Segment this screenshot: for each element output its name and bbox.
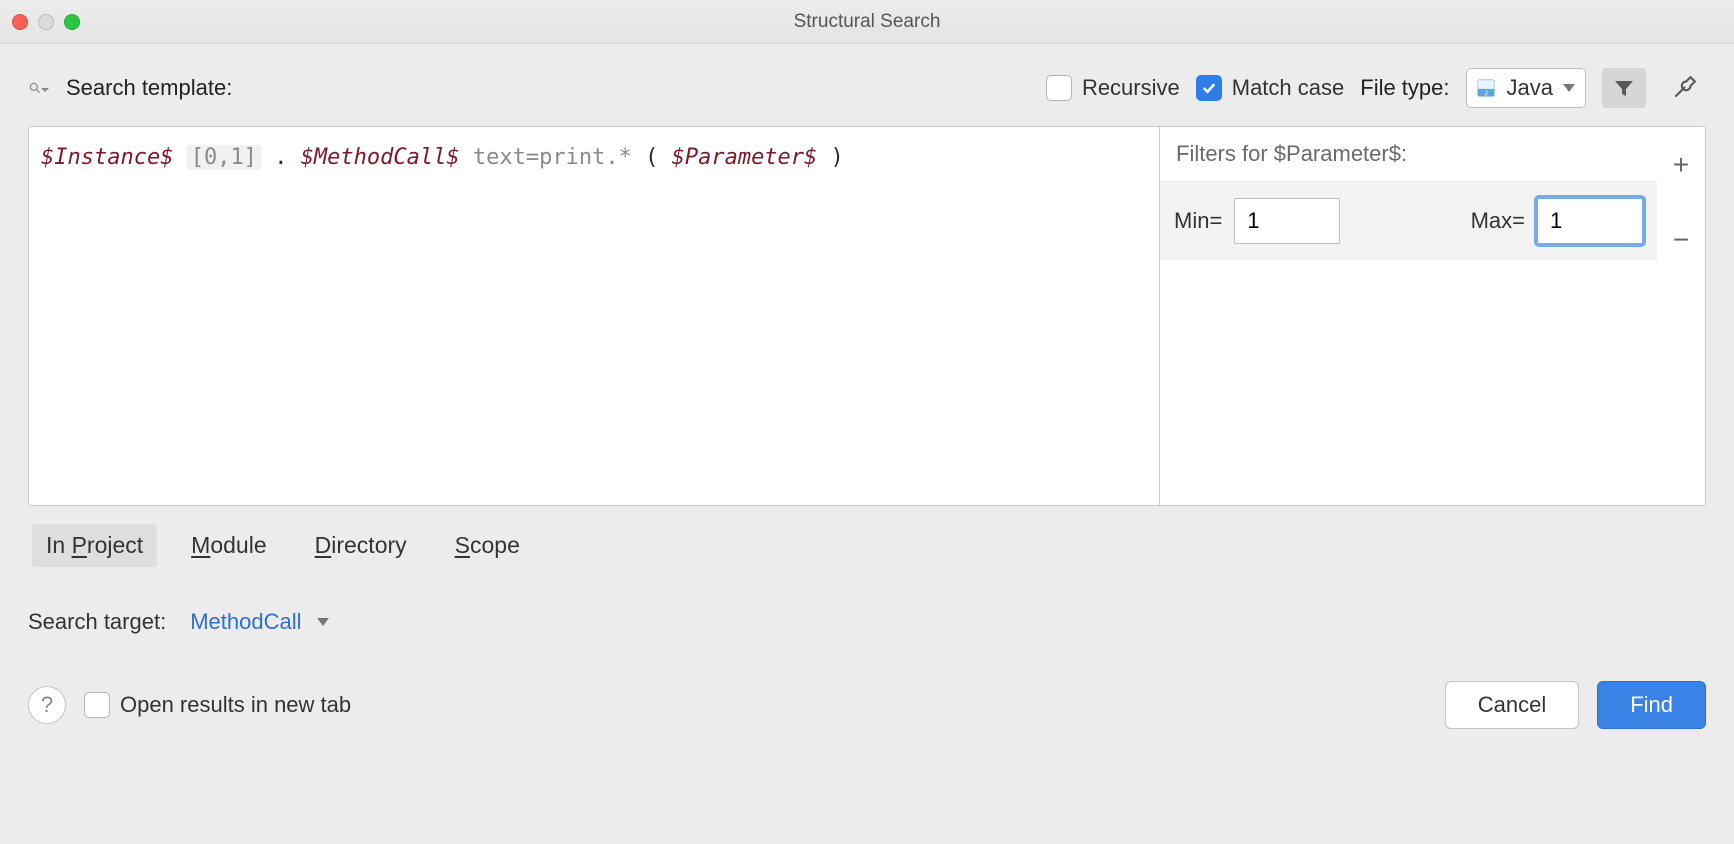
filter-toggle-button[interactable] (1602, 68, 1646, 108)
search-target-label: Search target: (28, 609, 166, 635)
min-label: Min= (1174, 208, 1222, 234)
checkbox-icon (1046, 75, 1072, 101)
lparen: ( (645, 145, 658, 170)
open-new-tab-label: Open results in new tab (120, 692, 351, 718)
chevron-down-icon (1563, 84, 1575, 92)
template-variable: $Parameter$ (672, 145, 818, 170)
tab-in-project[interactable]: In Project (32, 524, 157, 567)
checkbox-icon (84, 692, 110, 718)
count-hint: [0,1] (187, 145, 261, 170)
recursive-label: Recursive (1082, 75, 1180, 101)
filters-body: Min= Max= (1160, 182, 1657, 260)
search-target-dropdown[interactable]: MethodCall (190, 609, 301, 635)
plus-icon: + (1673, 149, 1689, 181)
main-area: $Instance$ [0,1] . $MethodCall$ text=pri… (28, 126, 1706, 506)
svg-text:J: J (1484, 88, 1488, 97)
open-new-tab-checkbox[interactable]: Open results in new tab (84, 692, 351, 718)
template-variable: $Instance$ (41, 145, 173, 170)
minus-icon: − (1673, 224, 1689, 256)
remove-filter-button[interactable]: − (1657, 203, 1705, 279)
file-type-value: Java (1507, 75, 1553, 101)
search-template-editor[interactable]: $Instance$ [0,1] . $MethodCall$ text=pri… (29, 127, 1159, 505)
window-title: Structural Search (0, 11, 1734, 33)
bottom-bar: ? Open results in new tab Cancel Find (28, 653, 1706, 729)
min-input[interactable] (1234, 198, 1340, 244)
file-type-select[interactable]: J Java (1466, 68, 1586, 108)
tools-button[interactable] (1662, 68, 1706, 108)
add-filter-button[interactable]: + (1657, 127, 1705, 203)
search-icon[interactable] (28, 77, 50, 99)
dot: . (274, 145, 287, 170)
rparen: ) (831, 145, 844, 170)
java-file-icon: J (1475, 77, 1497, 99)
find-button[interactable]: Find (1597, 681, 1706, 729)
max-label: Max= (1471, 208, 1525, 234)
cancel-button[interactable]: Cancel (1445, 681, 1579, 729)
checkbox-checked-icon (1196, 75, 1222, 101)
filters-panel: Filters for $Parameter$: Min= Max= (1159, 127, 1657, 505)
toolbar: Search template: Recursive Match case Fi… (28, 68, 1706, 108)
tab-module[interactable]: Module (177, 524, 280, 567)
filters-panel-wrap: Filters for $Parameter$: Min= Max= + − (1159, 127, 1705, 505)
filters-header: Filters for $Parameter$: (1160, 127, 1657, 182)
match-case-label: Match case (1232, 75, 1345, 101)
recursive-checkbox[interactable]: Recursive (1046, 75, 1180, 101)
help-button[interactable]: ? (28, 686, 66, 724)
search-template-label: Search template: (66, 75, 232, 101)
template-variable: $MethodCall$ (301, 145, 460, 170)
match-case-checkbox[interactable]: Match case (1196, 75, 1345, 101)
tab-scope[interactable]: Scope (441, 524, 534, 567)
search-target-row: Search target: MethodCall (28, 585, 1706, 635)
chevron-down-icon (317, 618, 329, 626)
filter-annotation: text=print.* (473, 145, 632, 170)
titlebar: Structural Search (0, 0, 1734, 44)
tab-directory[interactable]: Directory (301, 524, 421, 567)
scope-tabs: In Project Module Directory Scope (28, 524, 1706, 567)
file-type-label: File type: (1360, 75, 1449, 101)
max-input[interactable] (1537, 198, 1643, 244)
